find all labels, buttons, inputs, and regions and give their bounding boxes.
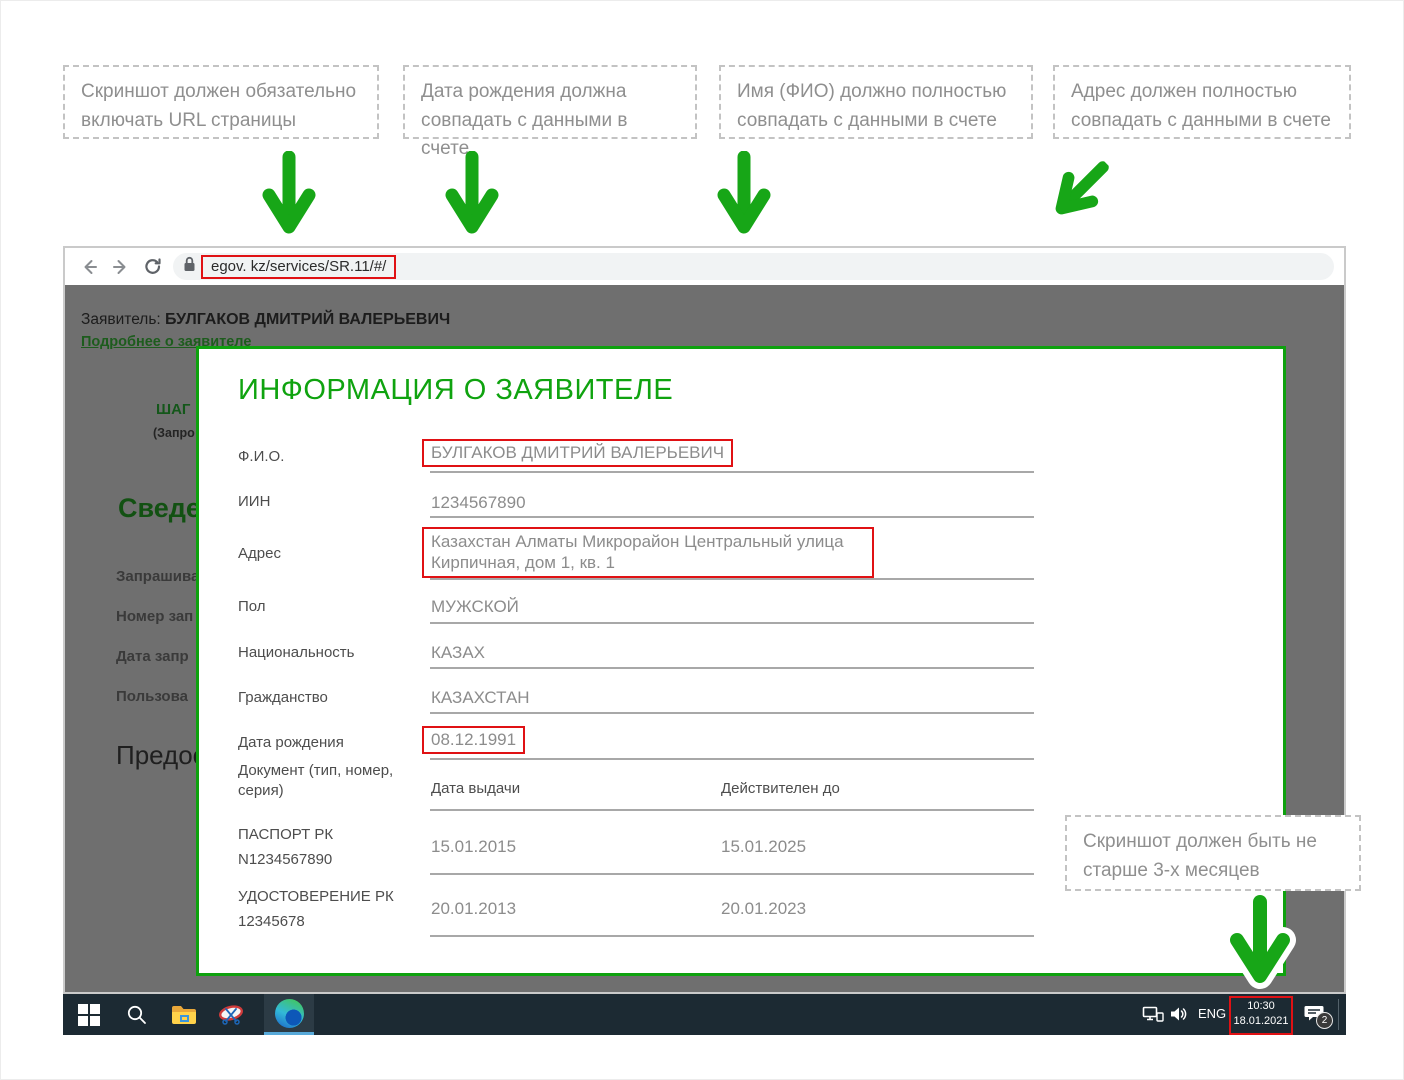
taskbar-clock[interactable]: 10:30 18.01.2021 bbox=[1229, 996, 1293, 1035]
doc-col-valid: Действителен до bbox=[721, 780, 840, 797]
green-arrow-down-icon bbox=[442, 151, 502, 237]
field-value-gender: МУЖСКОЙ bbox=[431, 597, 519, 617]
field-divider bbox=[430, 516, 1034, 518]
field-divider bbox=[430, 578, 1034, 580]
green-arrow-down-left-icon bbox=[1036, 144, 1127, 235]
bg-heading-2: Предос bbox=[116, 740, 206, 771]
windows-logo-icon bbox=[78, 1004, 100, 1026]
callout-birthdate: Дата рождения должна совпадать с данными… bbox=[403, 65, 697, 139]
system-tray: ENG 10:30 18.01.2021 2 bbox=[1123, 994, 1346, 1035]
field-value-iin: 1234567890 bbox=[431, 493, 526, 513]
address-bar[interactable]: egov. kz/services/SR.11/#/ bbox=[173, 253, 1334, 280]
field-label-nationality: Национальность bbox=[238, 644, 355, 661]
search-icon[interactable] bbox=[117, 994, 157, 1035]
field-divider bbox=[430, 758, 1034, 760]
callout-address: Адрес должен полностью совпадать с данны… bbox=[1053, 65, 1351, 139]
doc-valid-date: 20.01.2023 bbox=[721, 899, 806, 919]
network-icon[interactable] bbox=[1142, 1004, 1164, 1029]
bg-heading-text: Сведе bbox=[118, 493, 201, 524]
tutorial-image: Скриншот должен обязательно включать URL… bbox=[0, 0, 1404, 1080]
start-button[interactable] bbox=[69, 994, 109, 1035]
doc-issued-date: 20.01.2013 bbox=[431, 899, 516, 919]
volume-icon[interactable] bbox=[1168, 1004, 1190, 1029]
doc-valid-date: 15.01.2025 bbox=[721, 837, 806, 857]
browser-toolbar: egov. kz/services/SR.11/#/ bbox=[65, 248, 1344, 287]
edge-icon bbox=[275, 999, 304, 1028]
modal-title: ИНФОРМАЦИЯ О ЗАЯВИТЕЛЕ bbox=[238, 374, 673, 407]
applicant-line: Заявитель: БУЛГАКОВ ДМИТРИЙ ВАЛЕРЬЕВИЧ bbox=[81, 311, 450, 329]
field-label-iin: ИИН bbox=[238, 493, 270, 510]
field-value-birthdate: 08.12.1991 bbox=[422, 726, 525, 754]
doc-name: УДОСТОВЕРЕНИЕ РК bbox=[238, 888, 394, 905]
notification-icon[interactable]: 2 bbox=[1304, 1003, 1326, 1028]
field-value-address: Казахстан Алматы Микрорайон Центральный … bbox=[422, 527, 874, 578]
forward-icon[interactable] bbox=[109, 255, 133, 279]
green-arrow-down-icon bbox=[259, 151, 319, 237]
doc-name: ПАСПОРТ РК bbox=[238, 826, 333, 843]
field-value-fio: БУЛГАКОВ ДМИТРИЙ ВАЛЕРЬЕВИЧ bbox=[422, 439, 733, 467]
field-label-gender: Пол bbox=[238, 598, 266, 615]
callout-age: Скриншот должен быть не старше 3-х месяц… bbox=[1065, 815, 1361, 891]
callout-url: Скриншот должен обязательно включать URL… bbox=[63, 65, 379, 139]
field-label-address: Адрес bbox=[238, 545, 281, 562]
clock-date: 18.01.2021 bbox=[1231, 1014, 1291, 1029]
field-divider bbox=[430, 873, 1034, 875]
bg-step-text: ШАГ bbox=[156, 401, 190, 418]
edge-taskbar-button[interactable] bbox=[264, 994, 314, 1035]
language-indicator[interactable]: ENG bbox=[1198, 1006, 1226, 1021]
notification-badge: 2 bbox=[1316, 1012, 1333, 1029]
field-divider bbox=[430, 809, 1034, 811]
field-label-fio: Ф.И.О. bbox=[238, 448, 284, 465]
field-label-birthdate: Дата рождения bbox=[238, 734, 344, 751]
green-arrow-down-outlined-icon bbox=[1221, 892, 1299, 994]
clock-time: 10:30 bbox=[1231, 999, 1291, 1014]
reload-icon[interactable] bbox=[141, 255, 165, 279]
windows-taskbar: ENG 10:30 18.01.2021 2 bbox=[63, 994, 1346, 1035]
callout-name: Имя (ФИО) должно полностью совпадать с д… bbox=[719, 65, 1033, 139]
url-text[interactable]: egov. kz/services/SR.11/#/ bbox=[201, 255, 396, 279]
field-value-citizenship: КАЗАХСТАН bbox=[431, 688, 530, 708]
bg-label-4: Пользова bbox=[116, 688, 188, 705]
lock-icon bbox=[183, 256, 196, 277]
field-value-nationality: КАЗАХ bbox=[431, 643, 485, 663]
field-divider bbox=[430, 935, 1034, 937]
field-divider bbox=[430, 622, 1034, 624]
file-explorer-icon[interactable] bbox=[164, 994, 204, 1035]
field-label-citizenship: Гражданство bbox=[238, 689, 328, 706]
field-divider bbox=[430, 667, 1034, 669]
field-divider bbox=[430, 471, 1034, 473]
bg-request-text: (Запро bbox=[153, 426, 195, 440]
doc-number: N1234567890 bbox=[238, 851, 332, 868]
bg-label-3: Дата запр bbox=[116, 648, 189, 665]
doc-number: 12345678 bbox=[238, 913, 305, 930]
doc-issued-date: 15.01.2015 bbox=[431, 837, 516, 857]
snipping-tool-icon[interactable] bbox=[211, 994, 251, 1035]
green-arrow-down-icon bbox=[714, 151, 774, 237]
show-desktop-separator[interactable] bbox=[1338, 999, 1339, 1030]
applicant-name: БУЛГАКОВ ДМИТРИЙ ВАЛЕРЬЕВИЧ bbox=[165, 311, 450, 328]
doc-section-label: Документ (тип, номер, серия) bbox=[238, 761, 416, 800]
bg-label-2: Номер зап bbox=[116, 608, 193, 625]
doc-col-issued: Дата выдачи bbox=[431, 780, 520, 797]
back-icon[interactable] bbox=[77, 255, 101, 279]
bg-label-1: Запрашива bbox=[116, 568, 199, 585]
field-divider bbox=[430, 712, 1034, 714]
